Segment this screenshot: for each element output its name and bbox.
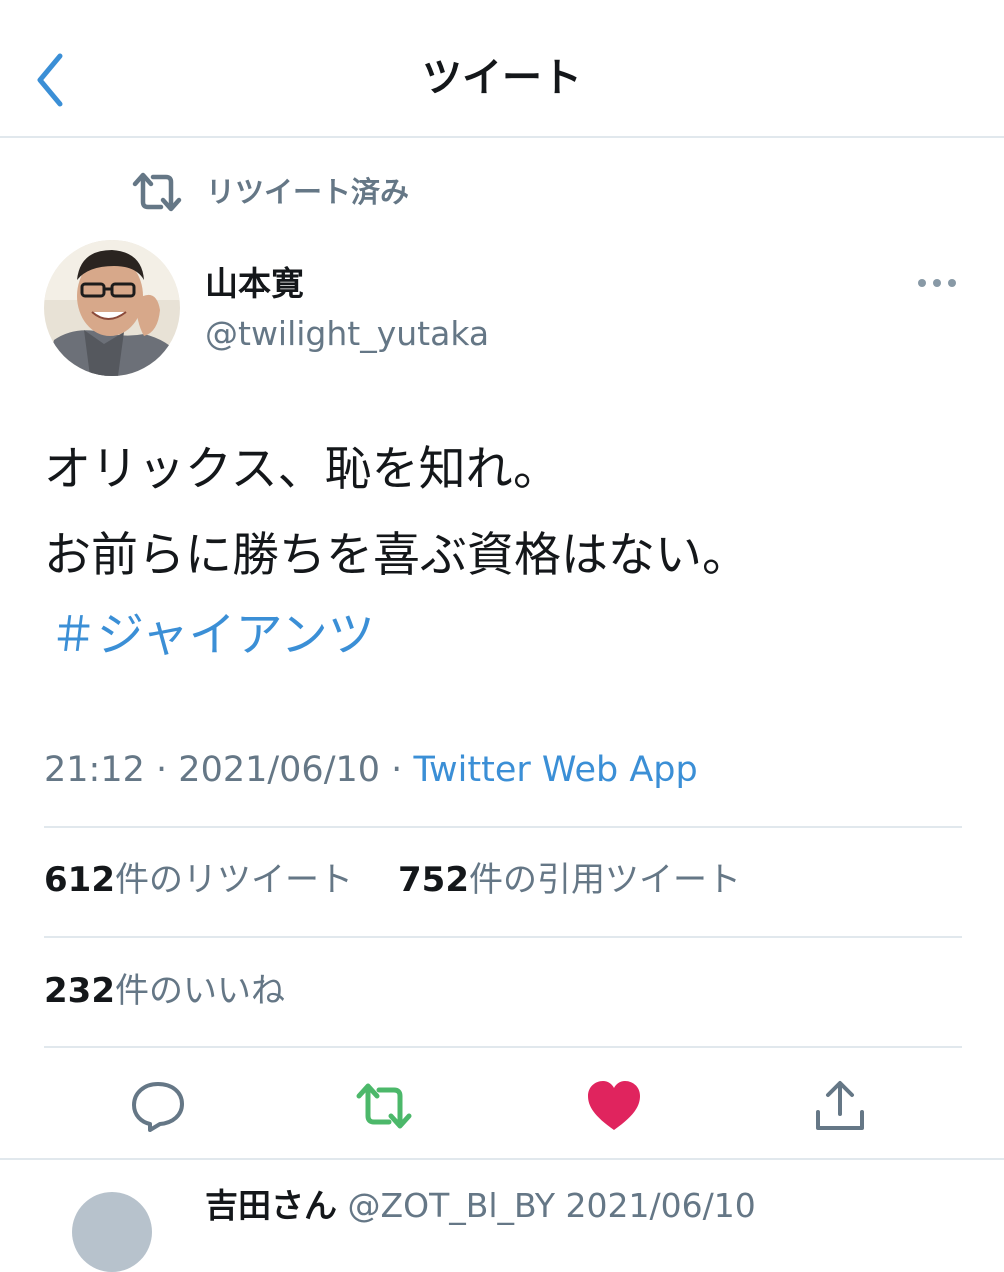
divider [44,936,962,938]
retweet-count-number: 612 [44,860,115,900]
author-name[interactable]: 山本寛 [205,262,304,306]
source-link[interactable]: Twitter Web App [413,750,697,790]
reply-date: 2021/06/10 [565,1186,756,1225]
retweet-count[interactable]: 612件のリツイート [44,857,353,903]
tweet-time: 21:12 [44,750,145,790]
meta-separator: · [156,750,168,790]
like-count[interactable]: 232件のいいね [44,968,285,1014]
like-count-label: 件のいいね [114,971,285,1011]
quote-count[interactable]: 752件の引用ツイート [398,857,741,903]
tweet-text-line: オリックス、恥を知れ。 [44,442,561,497]
more-options-icon[interactable] [912,268,964,298]
avatar[interactable] [44,240,180,376]
reply-author-name: 吉田さん [205,1186,337,1225]
author-handle[interactable]: @twilight_yutaka [205,312,489,356]
reply-header[interactable]: 吉田さん @ZOT_Bl_BY 2021/06/10 [205,1184,756,1228]
reply-author-handle: @ZOT_Bl_BY [347,1186,556,1225]
reply-icon[interactable] [128,1078,188,1134]
share-icon[interactable] [810,1078,870,1134]
retweet-context-icon [132,170,182,214]
hashtag-link[interactable]: ＃ジャイアンツ [50,604,375,668]
retweet-count-label: 件のリツイート [114,860,353,900]
quote-count-label: 件の引用ツイート [468,860,741,900]
quote-count-number: 752 [398,860,469,900]
reply-avatar[interactable] [72,1192,152,1272]
top-bar: ツイート [0,0,1004,138]
tweet-date: 2021/06/10 [178,750,381,790]
divider [0,1158,1004,1160]
retweet-context-label: リツイート済み [206,175,410,209]
like-count-number: 232 [44,971,115,1011]
divider [44,1046,962,1048]
tweet-text-line: お前らに勝ちを喜ぶ資格はない。 [44,528,749,583]
page-title: ツイート [422,55,582,101]
tweet-timestamp: 21:12 · 2021/06/10 · Twitter Web App [44,746,698,794]
heart-icon[interactable] [584,1078,644,1134]
retweet-icon[interactable] [354,1078,414,1134]
divider [44,826,962,828]
meta-separator: · [391,750,403,790]
